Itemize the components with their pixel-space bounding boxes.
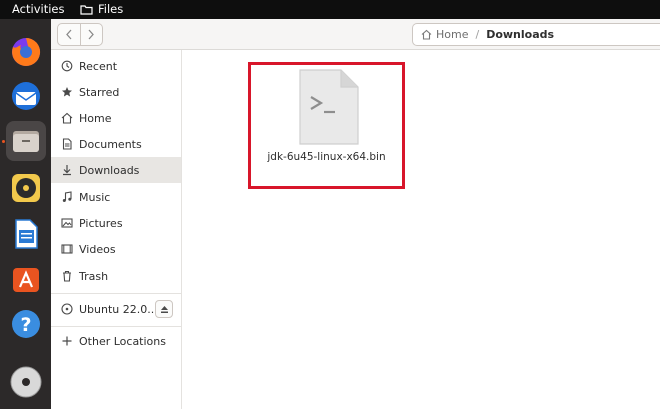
forward-button[interactable] [79, 24, 102, 45]
sidebar-item-pictures[interactable]: Pictures [51, 210, 181, 236]
app-menu[interactable]: Files [80, 2, 123, 16]
app-center-icon [13, 268, 39, 292]
dock-files[interactable] [6, 121, 46, 161]
thunderbird-icon [12, 82, 40, 110]
libreoffice-writer-icon [15, 219, 38, 249]
header-bar: Home / Downloads [51, 19, 660, 50]
disk-icon [61, 303, 73, 315]
dock-firefox[interactable] [6, 32, 46, 72]
active-indicator [2, 140, 5, 143]
sidebar-item-label: Starred [79, 85, 120, 99]
files-icon [13, 131, 39, 152]
dock-rhythmbox[interactable] [6, 168, 46, 208]
sidebar-item-label: Pictures [79, 216, 123, 230]
download-icon [63, 165, 71, 176]
home-icon [61, 112, 73, 124]
dock-writer[interactable] [6, 214, 46, 254]
dock-help[interactable]: ? [6, 304, 46, 344]
chevron-left-icon [66, 29, 72, 40]
sidebar-item-label: Videos [79, 242, 116, 256]
file-name: jdk-6u45-linux-x64.bin [267, 151, 386, 163]
sidebar-item-label: Home [79, 111, 112, 125]
help-icon: ? [12, 310, 40, 338]
dock: ? [0, 19, 51, 409]
file-view: jdk-6u45-linux-x64.bin [182, 50, 660, 409]
disc-icon [10, 366, 42, 398]
activities-button[interactable]: Activities [12, 2, 64, 16]
folder-icon [80, 4, 93, 15]
document-icon [62, 138, 72, 150]
eject-button[interactable] [155, 300, 173, 318]
sidebar-divider [51, 293, 181, 294]
breadcrumb-current[interactable]: Downloads [486, 28, 554, 41]
firefox-icon [12, 37, 41, 66]
app-name: Files [98, 2, 124, 16]
sidebar-item-other-locations[interactable]: Other Locations [51, 328, 181, 354]
sidebar-item-label: Ubuntu 22.0... [79, 302, 158, 316]
plus-icon [62, 336, 72, 346]
sidebar-item-trash[interactable]: Trash [51, 263, 181, 289]
sidebar: Recent Starred Home Documents Downloads … [51, 50, 182, 409]
sidebar-item-music[interactable]: Music [51, 184, 181, 210]
video-icon [61, 244, 73, 254]
back-button[interactable] [58, 24, 80, 45]
chevron-right-icon [88, 29, 95, 40]
sidebar-item-volume[interactable]: Ubuntu 22.0... [51, 296, 181, 322]
home-icon [421, 29, 432, 40]
sidebar-item-label: Trash [79, 269, 109, 283]
breadcrumb-separator: / [475, 28, 480, 41]
dock-app-center[interactable] [6, 259, 46, 299]
sidebar-item-label: Music [79, 190, 111, 204]
eject-icon [160, 305, 168, 313]
svg-text:?: ? [20, 314, 31, 336]
picture-icon [61, 218, 73, 228]
sidebar-item-documents[interactable]: Documents [51, 131, 181, 157]
breadcrumb-home[interactable]: Home [421, 28, 468, 41]
star-icon [62, 87, 72, 97]
file-item[interactable]: jdk-6u45-linux-x64.bin [248, 62, 405, 189]
sidebar-item-label: Downloads [79, 163, 140, 177]
dock-disc[interactable] [6, 362, 46, 402]
sidebar-item-home[interactable]: Home [51, 105, 181, 131]
music-icon [62, 191, 72, 202]
sidebar-divider [51, 326, 181, 327]
rhythmbox-icon [12, 174, 40, 202]
sidebar-item-videos[interactable]: Videos [51, 236, 181, 262]
clock-icon [61, 60, 73, 72]
breadcrumb: Home / Downloads [412, 23, 660, 46]
terminal-script-icon [299, 69, 359, 145]
navigation-buttons [57, 23, 103, 46]
sidebar-item-recent[interactable]: Recent [51, 53, 181, 79]
breadcrumb-home-label: Home [436, 28, 469, 41]
sidebar-item-label: Documents [79, 137, 142, 151]
trash-icon [63, 270, 71, 282]
sidebar-item-downloads[interactable]: Downloads [51, 157, 181, 183]
sidebar-item-label: Other Locations [79, 334, 166, 348]
dock-thunderbird[interactable] [6, 76, 46, 116]
top-bar: Activities Files [0, 0, 660, 19]
sidebar-item-starred[interactable]: Starred [51, 79, 181, 105]
sidebar-item-label: Recent [79, 59, 118, 73]
